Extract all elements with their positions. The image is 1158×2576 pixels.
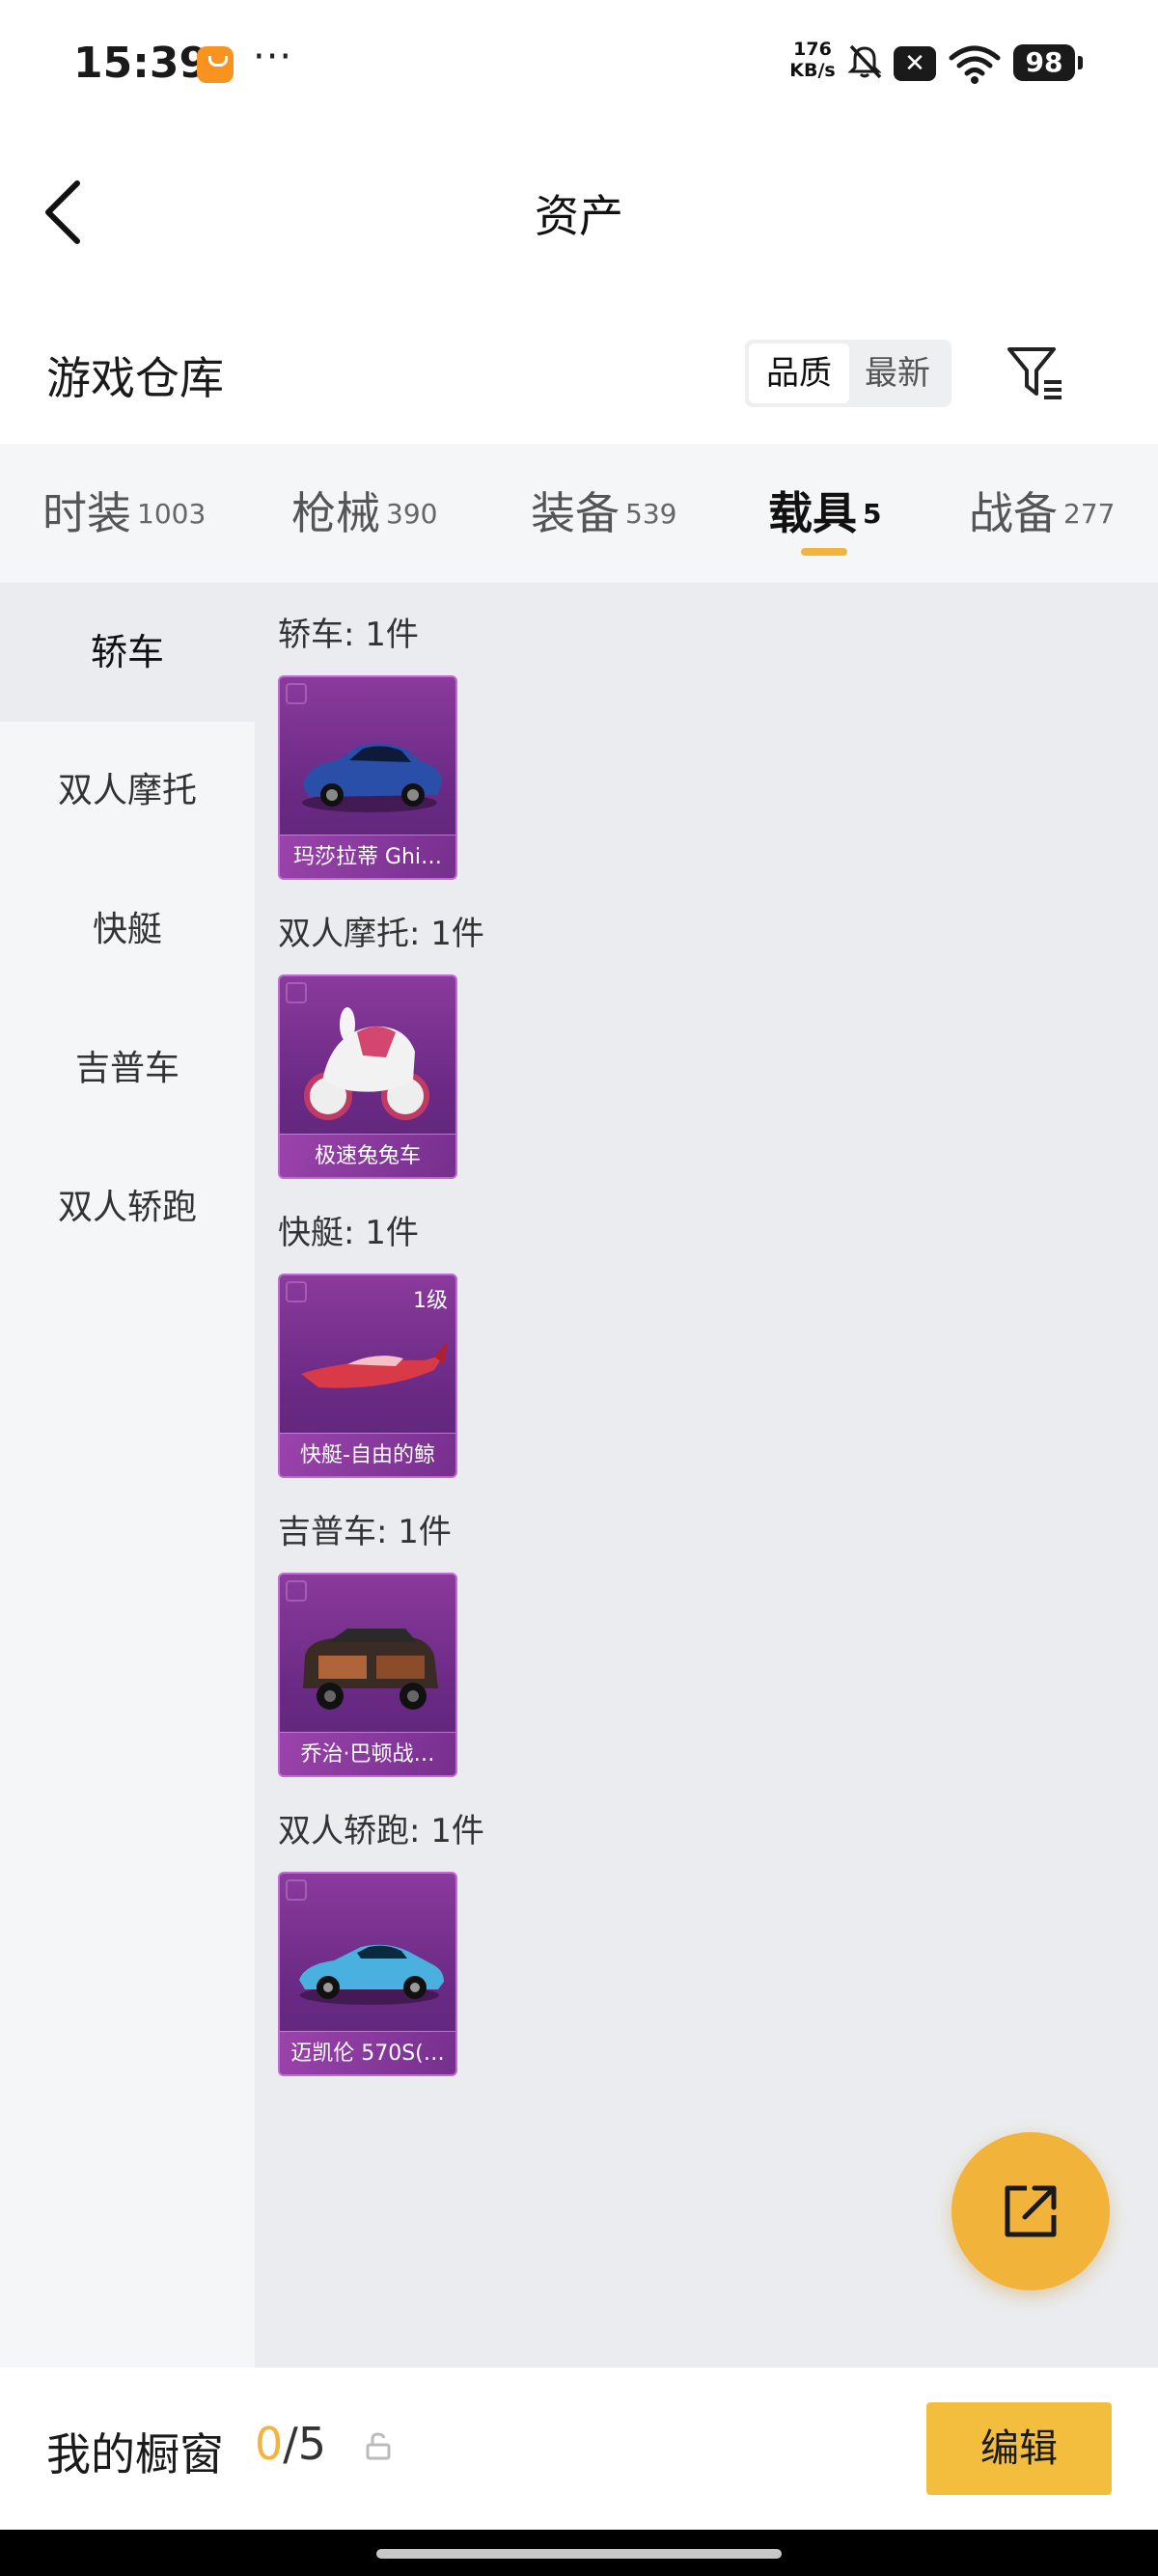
tab-count: 1003 <box>137 497 207 530</box>
page-title: 资产 <box>535 190 623 242</box>
tab-label: 枪械 <box>291 487 380 539</box>
vehicle-card-jeep[interactable]: 乔治·巴顿战… <box>278 1573 457 1777</box>
vehicle-name: 玛莎拉蒂 Ghi… <box>292 845 443 869</box>
battery-icon: 98 <box>1013 44 1083 81</box>
home-indicator[interactable] <box>376 2549 782 2559</box>
tab-equipment[interactable]: 装备 539 <box>531 479 676 542</box>
speedboat-image <box>301 1341 448 1388</box>
share-button[interactable] <box>951 2132 1110 2290</box>
sidebar-item-tandem-motorcycle[interactable]: 双人摩托 <box>0 722 255 861</box>
filter-icon[interactable] <box>1004 342 1067 405</box>
showcase-current: 0 <box>255 2418 284 2470</box>
section-title-tandem-motorcycle: 双人摩托: 1件 <box>278 915 484 953</box>
rarity-pattern <box>286 982 307 1003</box>
sidebar-item-speedboat[interactable]: 快艇 <box>0 861 255 1000</box>
sidebar-item-sedan[interactable]: 轿车 <box>0 583 255 722</box>
vehicle-name: 极速兔兔车 <box>314 1144 421 1168</box>
vehicle-card-coupe[interactable]: 迈凯伦 570S(… <box>278 1872 457 2076</box>
section-title-jeep: 吉普车: 1件 <box>278 1513 452 1551</box>
tab-label: 战备 <box>969 487 1058 539</box>
tab-label: 时装 <box>42 487 131 539</box>
warehouse-title: 游戏仓库 <box>46 352 224 404</box>
vehicle-card-speedboat[interactable]: 1级 快艇-自由的鲸 <box>278 1274 457 1478</box>
sort-newest-button[interactable]: 最新 <box>847 343 948 403</box>
mute-icon <box>847 44 882 79</box>
sim-x-icon: ✕ <box>894 46 936 81</box>
sort-quality-button[interactable]: 品质 <box>749 343 849 403</box>
coupe-image <box>299 1944 444 2005</box>
sidebar-item-jeep[interactable]: 吉普车 <box>0 1000 255 1138</box>
app-notification-icon <box>197 46 234 83</box>
subcategory-sidebar: 轿车 双人摩托 快艇 吉普车 双人轿跑 <box>0 583 255 2368</box>
vehicle-card-sedan[interactable]: 玛莎拉蒂 Ghi… <box>278 675 457 880</box>
section-title-speedboat: 快艇: 1件 <box>278 1214 419 1252</box>
showcase-count: 0/5 <box>255 2418 326 2470</box>
tab-battle-prep[interactable]: 战备 277 <box>969 479 1115 542</box>
network-speed-unit: KB/s <box>789 60 836 81</box>
rarity-pattern <box>286 683 307 704</box>
vehicle-list: 轿车: 1件 玛莎拉蒂 Ghi… 双人摩托: 1件 极速兔兔车 快艇: 1件 1… <box>255 583 1158 2368</box>
tab-label: 载具 <box>768 487 857 539</box>
sidebar-item-coupe[interactable]: 双人轿跑 <box>0 1138 255 1277</box>
vehicle-name: 迈凯伦 570S(… <box>290 2042 445 2066</box>
motorcycle-image <box>304 1007 429 1120</box>
tab-count: 539 <box>625 497 677 530</box>
rarity-pattern <box>286 1281 307 1302</box>
share-export-icon <box>1005 2185 1057 2237</box>
tab-count: 5 <box>863 497 882 530</box>
tab-count: 277 <box>1063 497 1116 530</box>
sedan-car-image <box>302 743 442 812</box>
tab-vehicles[interactable]: 载具 5 <box>768 479 881 542</box>
showcase-label: 我的橱窗 <box>46 2428 224 2480</box>
sort-toggle: 品质 最新 <box>745 340 951 407</box>
tab-label: 装备 <box>531 487 620 539</box>
network-speed-value: 176 <box>793 39 832 60</box>
vehicle-card-tandem-motorcycle[interactable]: 极速兔兔车 <box>278 974 457 1179</box>
tab-count: 390 <box>386 497 438 530</box>
category-tab-bar: 时装 1003 枪械 390 装备 539 载具 5 战备 277 <box>0 444 1158 583</box>
showcase-separator: / <box>283 2418 298 2470</box>
tab-weapons[interactable]: 枪械 390 <box>291 479 437 542</box>
unlock-icon <box>366 2432 391 2460</box>
network-speed: 176 KB/s <box>784 39 841 81</box>
wifi-icon <box>949 45 1001 84</box>
section-title-sedan: 轿车: 1件 <box>278 616 419 654</box>
edit-button[interactable]: 编辑 <box>926 2402 1112 2495</box>
active-tab-indicator <box>801 548 847 556</box>
jeep-image <box>303 1629 438 1710</box>
status-time: 15:39 <box>73 39 209 88</box>
rarity-pattern <box>286 1879 307 1901</box>
section-title-coupe: 双人轿跑: 1件 <box>278 1812 484 1850</box>
more-notifications-icon: ··· <box>253 35 293 79</box>
rarity-pattern <box>286 1580 307 1602</box>
vehicle-name: 乔治·巴顿战… <box>300 1742 435 1767</box>
vehicle-name: 快艇-自由的鲸 <box>300 1443 435 1467</box>
tab-fashion[interactable]: 时装 1003 <box>42 479 206 542</box>
showcase-max: 5 <box>297 2418 327 2470</box>
